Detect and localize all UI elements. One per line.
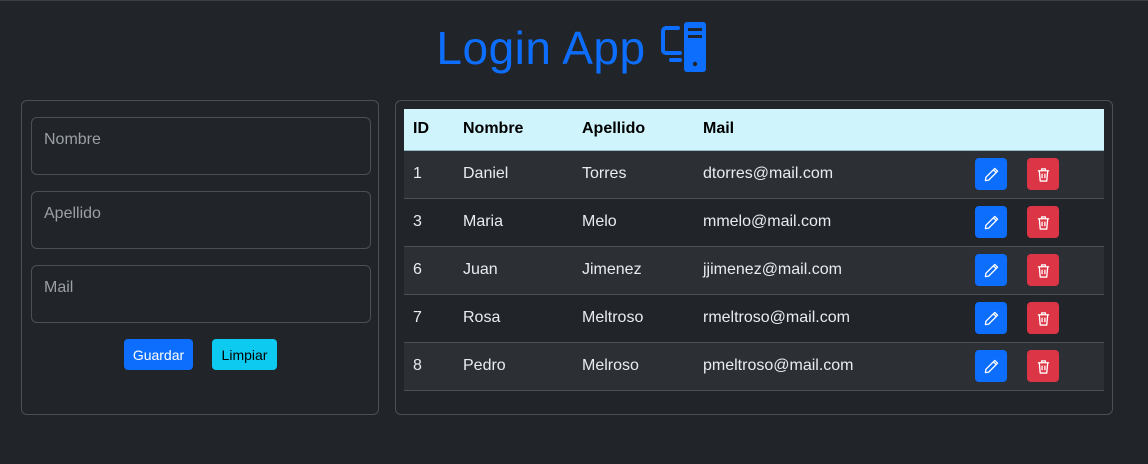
users-table-card: ID Nombre Apellido Mail 1 Daniel Torres … (395, 100, 1113, 415)
cell-apellido: Meltroso (582, 309, 644, 326)
delete-button[interactable] (1027, 158, 1059, 190)
app-header: Login App (0, 21, 1148, 75)
computer-monitor-icon (660, 22, 706, 72)
table-header-row: ID Nombre Apellido Mail (404, 109, 1104, 151)
trash-icon (1037, 215, 1049, 230)
delete-button[interactable] (1027, 206, 1059, 238)
cell-actions (966, 198, 1104, 246)
mail-field[interactable]: Mail (31, 265, 371, 323)
table-body: 1 Daniel Torres dtorres@mail.com 3 Maria… (404, 150, 1104, 390)
cell-actions (966, 342, 1104, 390)
cell-actions (966, 294, 1104, 342)
edit-button[interactable] (975, 254, 1007, 286)
table-row: 6 Juan Jimenez jjimenez@mail.com (404, 246, 1104, 294)
cell-nombre: Pedro (463, 357, 506, 374)
pencil-icon (984, 167, 998, 181)
trash-icon (1037, 263, 1049, 278)
delete-button[interactable] (1027, 350, 1059, 382)
column-header-id: ID (404, 109, 454, 151)
cell-id: 7 (413, 309, 422, 326)
cell-mail: rmeltroso@mail.com (703, 309, 850, 326)
cell-mail: mmelo@mail.com (703, 213, 832, 230)
pencil-icon (984, 311, 998, 325)
table-row: 7 Rosa Meltroso rmeltroso@mail.com (404, 294, 1104, 342)
cell-actions (966, 246, 1104, 294)
cell-id: 8 (413, 357, 422, 374)
cell-id: 1 (413, 165, 422, 182)
cell-mail: jjimenez@mail.com (703, 261, 842, 278)
apellido-field[interactable]: Apellido (31, 191, 371, 249)
table-row: 8 Pedro Melroso pmeltroso@mail.com (404, 342, 1104, 390)
pencil-icon (984, 263, 998, 277)
delete-button[interactable] (1027, 302, 1059, 334)
trash-icon (1037, 167, 1049, 182)
edit-button[interactable] (975, 206, 1007, 238)
cell-mail: dtorres@mail.com (703, 165, 834, 182)
column-header-nombre: Nombre (454, 109, 573, 151)
edit-button[interactable] (975, 302, 1007, 334)
app-title: Login App (436, 22, 646, 74)
pencil-icon (984, 359, 998, 373)
nombre-input[interactable] (32, 118, 370, 174)
cell-actions (966, 150, 1104, 198)
cell-nombre: Juan (463, 261, 498, 278)
cell-nombre: Rosa (463, 309, 501, 326)
column-header-mail: Mail (694, 109, 966, 151)
cell-apellido: Jimenez (582, 261, 642, 278)
apellido-input[interactable] (32, 192, 370, 248)
edit-button[interactable] (975, 350, 1007, 382)
cell-id: 3 (413, 213, 422, 230)
table-row: 1 Daniel Torres dtorres@mail.com (404, 150, 1104, 198)
column-header-actions (966, 109, 1104, 151)
delete-button[interactable] (1027, 254, 1059, 286)
users-table: ID Nombre Apellido Mail 1 Daniel Torres … (404, 109, 1104, 391)
cell-nombre: Maria (463, 213, 504, 230)
cell-mail: pmeltroso@mail.com (703, 357, 854, 374)
edit-button[interactable] (975, 158, 1007, 190)
trash-icon (1037, 311, 1049, 326)
table-row: 3 Maria Melo mmelo@mail.com (404, 198, 1104, 246)
clear-button[interactable]: Limpiar (212, 339, 277, 370)
cell-apellido: Melroso (582, 357, 639, 374)
cell-apellido: Torres (582, 165, 627, 182)
save-button[interactable]: Guardar (124, 339, 193, 370)
nombre-field[interactable]: Nombre (31, 117, 371, 175)
cell-nombre: Daniel (463, 165, 509, 182)
trash-icon (1037, 359, 1049, 374)
user-form: Nombre Apellido Mail Guardar Limpiar (21, 100, 379, 415)
column-header-apellido: Apellido (573, 109, 694, 151)
mail-input[interactable] (32, 266, 370, 322)
app-page: Login App Nombre Apellido Mail Guardar L… (0, 0, 1148, 464)
cell-apellido: Melo (582, 213, 617, 230)
pencil-icon (984, 215, 998, 229)
cell-id: 6 (413, 261, 422, 278)
